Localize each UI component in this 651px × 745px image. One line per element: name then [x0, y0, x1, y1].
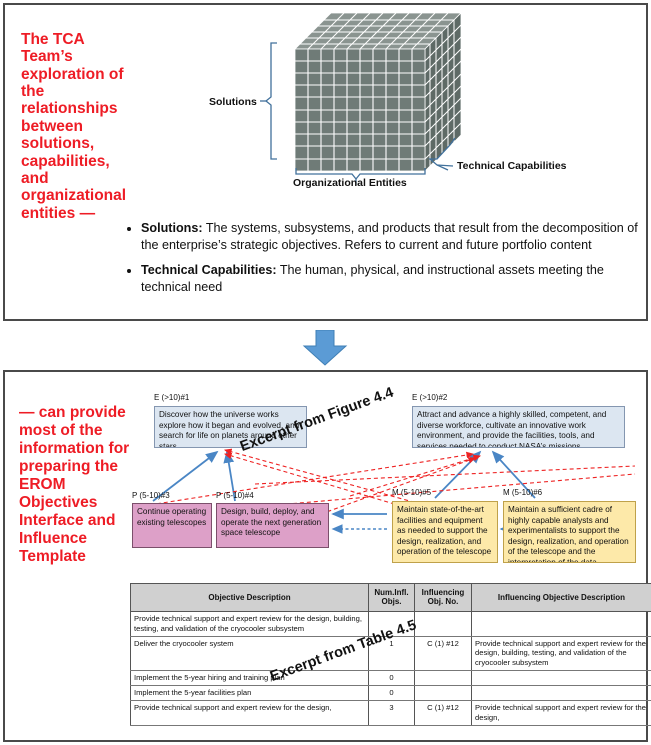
diagram-box-m6[interactable]: Maintain a sufficient cadre of highly ca…: [503, 501, 636, 563]
bullet-item-technical-capabilities: Technical Capabilities: The human, physi…: [141, 262, 645, 295]
col-objective-description: Objective Description: [130, 583, 369, 612]
cell-objective: Provide technical support and expert rev…: [130, 610, 369, 637]
definitions-bullet-list: Solutions: The systems, subsystems, and …: [125, 220, 645, 305]
cell-num: 3: [368, 699, 415, 726]
bottom-panel-headline: — can provide most of the information fo…: [19, 404, 130, 565]
cell-influencing: Provide technical support and expert rev…: [471, 635, 651, 672]
diagram-label-e2: E (>10)#2: [412, 393, 448, 402]
diagram-label-m6: M (5-10)#6: [503, 488, 543, 497]
cell-influencing: [471, 670, 651, 687]
table-row[interactable]: Implement the 5-year hiring and training…: [130, 670, 651, 687]
table-header-row: Objective Description Num.Infl. Objs. In…: [130, 583, 651, 612]
diagram-label-e1: E (>10)#1: [154, 393, 190, 402]
cell-obj-no: C (1) #12: [414, 699, 472, 726]
diagram-label-p3: P (5-10)#3: [132, 491, 170, 500]
cell-obj-no: [414, 670, 472, 687]
cell-influencing: Provide technical support and expert rev…: [471, 699, 651, 726]
cell-influencing: [471, 685, 651, 701]
top-panel: The TCA Team’s exploration of the relati…: [3, 3, 648, 321]
diagram-label-p4: P (5-10)#4: [216, 491, 254, 500]
bullet-term-technical-capabilities: Technical Capabilities:: [141, 263, 277, 278]
cell-objective: Implement the 5-year facilities plan: [130, 685, 369, 701]
bullet-item-solutions: Solutions: The systems, subsystems, and …: [141, 220, 645, 253]
cell-obj-no: C (1) #12: [414, 635, 472, 672]
cell-objective: Provide technical support and expert rev…: [130, 699, 369, 726]
bullet-text-solutions: The systems, subsystems, and products th…: [141, 221, 638, 252]
diagram-box-p3[interactable]: Continue operating existing telescopes: [132, 503, 212, 548]
cell-obj-no: [414, 685, 472, 701]
col-num-infl-objs: Num.Infl. Objs.: [368, 583, 415, 612]
diagram-box-e2[interactable]: Attract and advance a highly skilled, co…: [412, 406, 625, 448]
cell-num: 0: [368, 670, 415, 687]
cell-objective: Implement the 5-year hiring and training…: [130, 670, 369, 687]
cube-label-solutions: Solutions: [209, 96, 257, 108]
down-arrow-icon: [298, 329, 352, 366]
table-row[interactable]: Provide technical support and expert rev…: [130, 699, 651, 726]
bullet-term-solutions: Solutions:: [141, 221, 203, 235]
objectives-table: Objective Description Num.Infl. Objs. In…: [130, 583, 651, 726]
objectives-influence-diagram: E (>10)#1 Discover how the universe work…: [132, 388, 651, 563]
cell-influencing: [471, 610, 651, 637]
diagram-box-m5[interactable]: Maintain state-of-the-art facilities and…: [392, 501, 498, 563]
cube-label-organizational-entities: Organizational Entities: [293, 177, 407, 189]
diagram-box-p4[interactable]: Design, build, deploy, and operate the n…: [216, 503, 329, 548]
slide-page: The TCA Team’s exploration of the relati…: [0, 0, 651, 745]
erom-objectives-table: Objective Description Num.Infl. Objs. In…: [130, 583, 651, 726]
table-row[interactable]: Implement the 5-year facilities plan 0: [130, 685, 651, 701]
cell-num: 0: [368, 685, 415, 701]
diagram-label-m5: M (5-10)#5: [392, 488, 432, 497]
cube-label-technical-capabilities: Technical Capabilities: [457, 160, 567, 172]
col-influencing-obj-no: Influencing Obj. No.: [414, 583, 472, 612]
cell-obj-no: [414, 610, 472, 637]
col-influencing-objective-description: Influencing Objective Description: [471, 583, 651, 612]
